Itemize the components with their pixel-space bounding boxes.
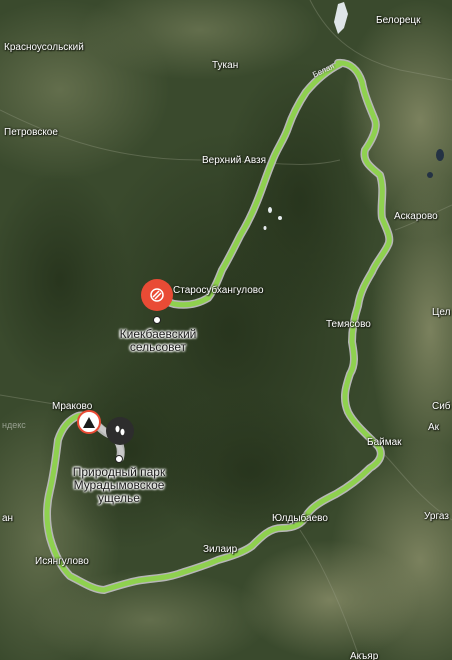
warning-icon bbox=[83, 416, 95, 428]
muradymovo-label[interactable]: Природный парк Мурадымовское ущелье bbox=[54, 466, 184, 505]
place-label-beloretsk[interactable]: Белорецк bbox=[376, 15, 421, 27]
place-label-ak[interactable]: Ак bbox=[428, 422, 439, 434]
place-label-cel[interactable]: Цел bbox=[432, 307, 450, 319]
stripes-icon bbox=[150, 288, 164, 302]
place-label-petrovskoe[interactable]: Петровское bbox=[4, 127, 58, 139]
place-label-tukan[interactable]: Тукан bbox=[212, 60, 238, 72]
place-label-sib[interactable]: Сиб bbox=[432, 401, 451, 413]
place-label-akyar[interactable]: Акъяр bbox=[350, 651, 378, 660]
kiekbaevsky-pin[interactable] bbox=[141, 279, 173, 311]
kiekbaevsky-pin-anchor bbox=[153, 316, 161, 324]
warning-marker[interactable] bbox=[77, 410, 101, 434]
place-label-zilair[interactable]: Зилаир bbox=[203, 544, 237, 556]
place-label-yuldybaevo[interactable]: Юлдыбаево bbox=[272, 513, 328, 525]
place-label-urgaz[interactable]: Ургаз bbox=[424, 511, 449, 523]
muradymovo-label-line3: ущелье bbox=[98, 491, 140, 505]
place-label-isyangulovo[interactable]: Исянгулово bbox=[35, 556, 89, 568]
map-view[interactable]: Белорецк Красноусольский Тукан Петровско… bbox=[0, 0, 452, 660]
muradymovo-pin[interactable] bbox=[106, 417, 134, 445]
place-label-krasnousolsky[interactable]: Красноусольский bbox=[4, 42, 84, 54]
place-label-verkhny-avzyan[interactable]: Верхний Авзя bbox=[202, 155, 266, 167]
map-watermark: ндекс bbox=[2, 420, 26, 430]
muradymovo-pin-anchor bbox=[115, 455, 123, 463]
footprints-icon bbox=[115, 425, 125, 436]
place-label-askarovo[interactable]: Аскарово bbox=[394, 211, 438, 223]
place-label-an[interactable]: ан bbox=[2, 513, 13, 525]
place-label-temyasovo[interactable]: Темясово bbox=[326, 319, 371, 331]
kiekbaevsky-label[interactable]: Киекбаевский сельсовет bbox=[106, 328, 210, 354]
place-label-starosubkhangulovo[interactable]: Старосубхангулово bbox=[173, 285, 264, 297]
kiekbaevsky-label-line2: сельсовет bbox=[129, 340, 187, 354]
place-label-baymak[interactable]: Баймак bbox=[367, 437, 402, 449]
